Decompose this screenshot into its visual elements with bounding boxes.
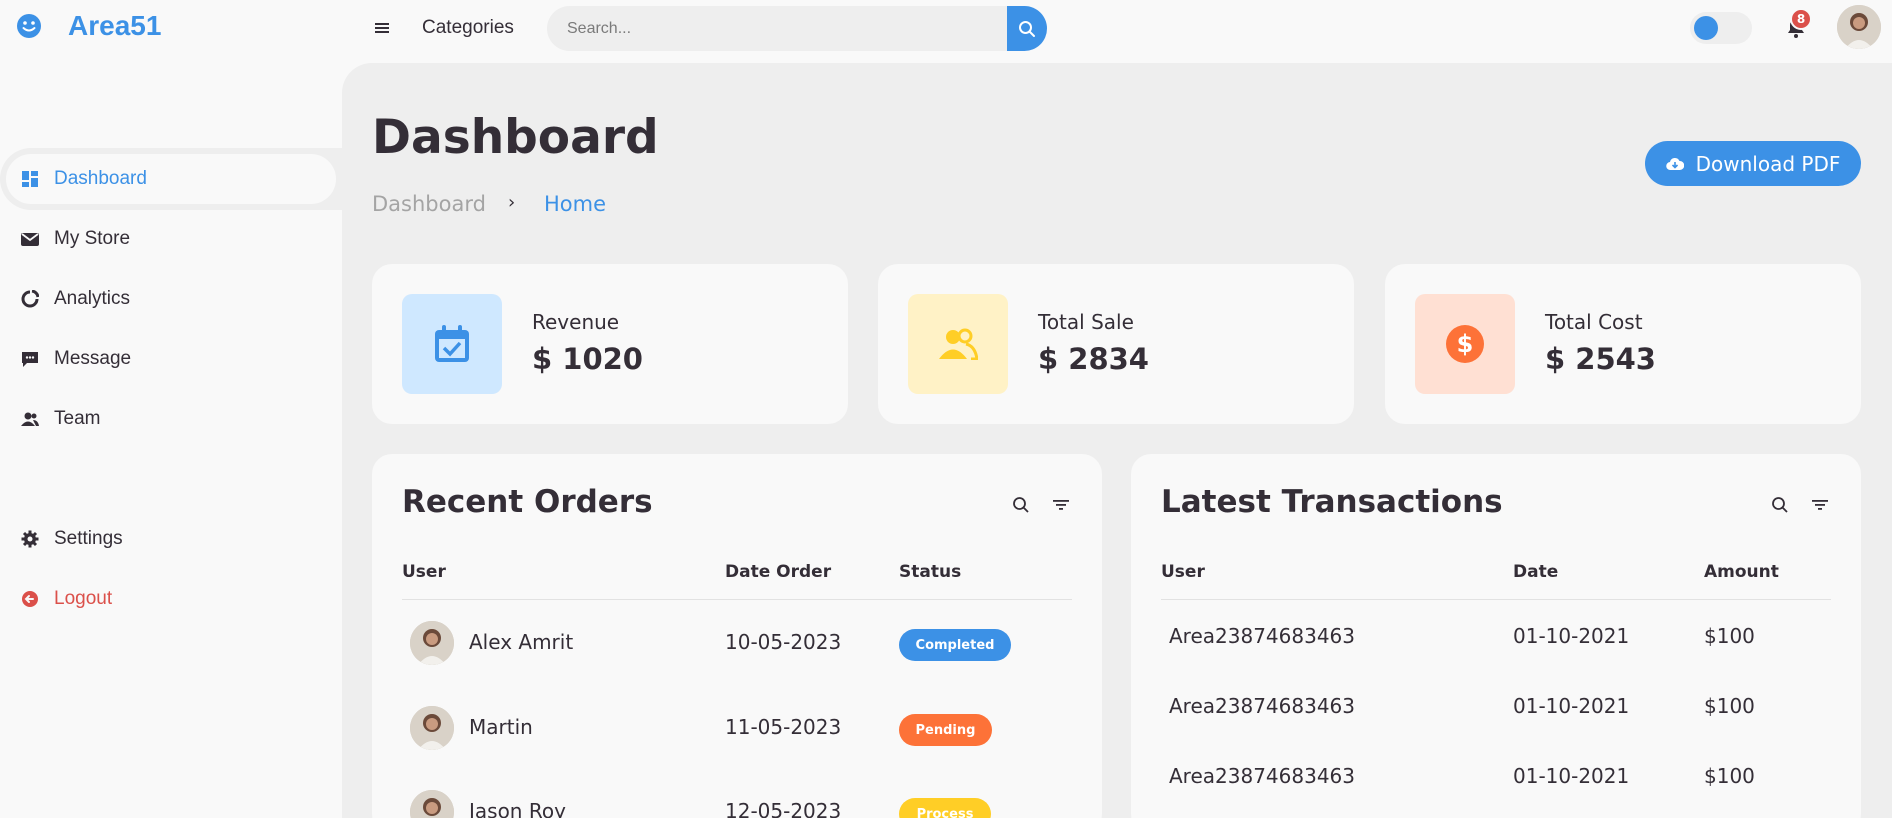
stat-label: Total Cost: [1545, 310, 1643, 334]
breadcrumb-home[interactable]: Home: [544, 192, 606, 216]
sidebar-item-label: Dashboard: [54, 168, 147, 189]
divider: [402, 599, 1072, 600]
breadcrumb-dashboard[interactable]: Dashboard: [372, 192, 486, 216]
profile-avatar[interactable]: [1837, 5, 1881, 49]
logout-icon: [20, 589, 40, 609]
stat-value: $ 2834: [1038, 342, 1149, 376]
group-icon: [908, 294, 1008, 394]
sidebar-item-dashboard[interactable]: Dashboard: [0, 149, 340, 209]
status-badge: Process: [899, 798, 991, 818]
message-icon: [20, 349, 40, 369]
transaction-amount: $100: [1704, 694, 1755, 718]
stat-value: $ 1020: [532, 342, 643, 376]
status-badge: Pending: [899, 714, 992, 746]
filter-icon[interactable]: [1050, 494, 1072, 516]
page-title: Dashboard: [372, 110, 659, 165]
avatar: [410, 790, 454, 818]
stat-label: Total Sale: [1038, 310, 1134, 334]
sidebar-item-label: Settings: [54, 528, 123, 549]
avatar: [410, 706, 454, 750]
gear-icon: [20, 529, 40, 549]
toggle-knob: [1694, 16, 1718, 40]
notification-badge: 8: [1790, 8, 1812, 30]
transaction-date: 01-10-2021: [1513, 764, 1630, 788]
search-icon[interactable]: [1010, 494, 1032, 516]
search-icon: [1019, 20, 1035, 37]
column-header-amount: Amount: [1704, 562, 1779, 582]
sidebar-item-logout[interactable]: Logout: [0, 569, 340, 629]
sidebar-item-label: Analytics: [54, 288, 131, 309]
sidebar-item-message[interactable]: Message: [0, 329, 340, 389]
sidebar-item-label: Team: [54, 408, 101, 429]
categories-link[interactable]: Categories: [422, 17, 514, 39]
chevron-right-icon: ›: [508, 192, 516, 213]
recent-orders-panel: Recent Orders User Date Order Status Ale…: [372, 454, 1102, 818]
panel-title: Recent Orders: [402, 484, 653, 520]
search-button[interactable]: [1007, 6, 1047, 51]
filter-icon[interactable]: [1809, 494, 1831, 516]
store-icon: [20, 229, 40, 249]
sidebar-item-team[interactable]: Team: [0, 389, 340, 449]
column-header-date: Date: [1513, 562, 1559, 582]
column-header-user: User: [402, 562, 446, 582]
sidebar-item-my-store[interactable]: My Store: [0, 209, 340, 269]
sidebar-item-settings[interactable]: Settings: [0, 509, 340, 569]
transaction-date: 01-10-2021: [1513, 694, 1630, 718]
brand-name: Area51: [68, 10, 162, 41]
transaction-amount: $100: [1704, 764, 1755, 788]
menu-icon[interactable]: [372, 18, 392, 38]
stat-card-total-cost: $ Total Cost $ 2543: [1385, 264, 1861, 424]
sidebar-item-analytics[interactable]: Analytics: [0, 269, 340, 329]
search-input[interactable]: [547, 6, 1007, 51]
download-pdf-label: Download PDF: [1695, 151, 1841, 176]
latest-transactions-panel: Latest Transactions User Date Amount Are…: [1131, 454, 1861, 818]
sidebar-item-label: My Store: [54, 228, 131, 249]
column-header-date-order: Date Order: [725, 562, 832, 582]
order-user: Alex Amrit: [469, 630, 574, 654]
download-pdf-button[interactable]: Download PDF: [1645, 141, 1861, 186]
calendar-check-icon: [402, 294, 502, 394]
search-icon[interactable]: [1769, 494, 1791, 516]
stat-label: Revenue: [532, 310, 620, 334]
transaction-amount: $100: [1704, 624, 1755, 648]
theme-toggle[interactable]: [1690, 12, 1752, 44]
dollar-circle-icon: $: [1415, 294, 1515, 394]
order-date: 11-05-2023: [725, 715, 842, 739]
column-header-user: User: [1161, 562, 1205, 582]
transaction-user: Area23874683463: [1169, 764, 1355, 788]
brand[interactable]: Area51: [14, 10, 161, 42]
order-user: Jason Roy: [469, 799, 566, 818]
divider: [1161, 599, 1831, 600]
top-navbar: Area51 Categories 8: [0, 0, 1892, 63]
order-date: 12-05-2023: [725, 799, 842, 818]
avatar: [410, 621, 454, 665]
team-icon: [20, 409, 40, 429]
svg-text:$: $: [1457, 330, 1474, 358]
stat-value: $ 2543: [1545, 342, 1656, 376]
transaction-user: Area23874683463: [1169, 694, 1355, 718]
column-header-status: Status: [899, 562, 962, 582]
search-form: [547, 6, 1047, 51]
sidebar-item-label: Logout: [54, 588, 113, 609]
smiley-icon: [14, 11, 44, 41]
stat-card-revenue: Revenue $ 1020: [372, 264, 848, 424]
dashboard-icon: [20, 169, 40, 189]
status-badge: Completed: [899, 629, 1011, 661]
cloud-download-icon: [1665, 157, 1684, 171]
transaction-date: 01-10-2021: [1513, 624, 1630, 648]
sidebar-item-label: Message: [54, 348, 132, 369]
analytics-icon: [20, 289, 40, 309]
order-date: 10-05-2023: [725, 630, 842, 654]
panel-title: Latest Transactions: [1161, 484, 1503, 520]
order-user: Martin: [469, 715, 533, 739]
transaction-user: Area23874683463: [1169, 624, 1355, 648]
stat-card-total-sale: Total Sale $ 2834: [878, 264, 1354, 424]
